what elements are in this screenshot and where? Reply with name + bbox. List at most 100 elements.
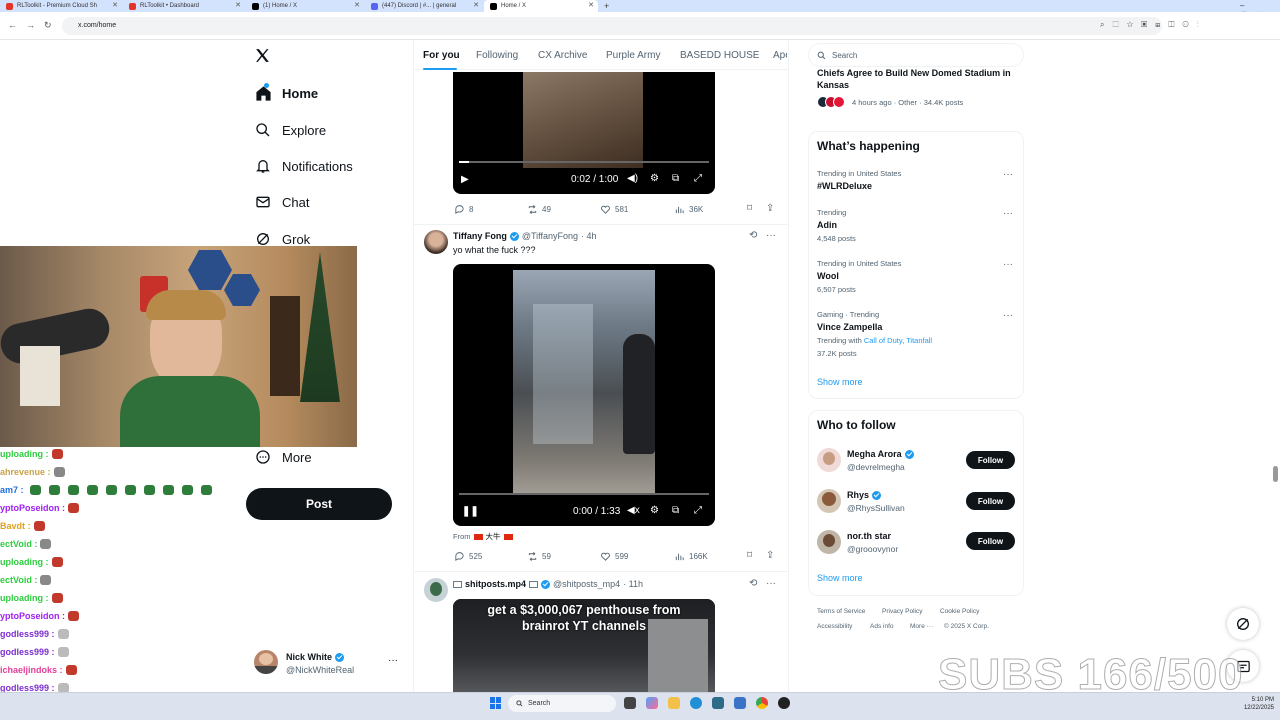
like-button[interactable]: 581 — [600, 204, 628, 215]
trend-more-icon[interactable]: ··· — [1003, 208, 1013, 219]
close-tab-icon[interactable]: ✕ — [235, 1, 241, 9]
views-button[interactable]: 36K — [674, 204, 703, 215]
tweet-author-name[interactable]: Tiffany Fong — [453, 231, 507, 241]
follow-button[interactable]: Follow — [966, 492, 1015, 510]
trend-more-icon[interactable]: ··· — [1003, 310, 1013, 321]
grok-float-button[interactable] — [1227, 608, 1259, 640]
reply-button[interactable]: 8 — [454, 204, 473, 215]
tab-cx-archive[interactable]: CX Archive — [538, 50, 587, 61]
grok-explain-icon[interactable]: ⟲ — [749, 230, 757, 241]
task-view-icon[interactable] — [624, 697, 636, 709]
browser-tab[interactable]: RLToolkit • Dashboard ✕ — [123, 0, 245, 12]
news-headline[interactable]: Chiefs Agree to Build New Domed Stadium … — [817, 67, 1017, 91]
taskbar-clock[interactable]: 5:10 PM 12/22/2025 — [1238, 696, 1274, 712]
browser-tab[interactable]: (1) Home / X ✕ — [246, 0, 364, 12]
show-more-follows-link[interactable]: Show more — [817, 573, 863, 583]
post-button[interactable]: Post — [246, 488, 392, 520]
trend-related-link[interactable]: Call of Duty — [864, 336, 902, 345]
video-progress-track[interactable] — [459, 493, 709, 495]
close-tab-icon[interactable]: ✕ — [354, 1, 360, 9]
page-scrollbar-thumb[interactable] — [1273, 466, 1278, 482]
back-icon[interactable]: ← — [8, 20, 17, 30]
tweet-video-player[interactable]: ▶ 0:02 / 1:00 ◀) ⚙ ⧉ ⤢ — [453, 72, 715, 194]
video-progress-track[interactable] — [459, 161, 709, 163]
copilot-icon[interactable] — [646, 697, 658, 709]
suggestion-avatar[interactable] — [817, 489, 841, 513]
trend-name[interactable]: Adin — [817, 220, 837, 230]
tab-following[interactable]: Following — [476, 50, 518, 61]
account-menu-icon[interactable]: ··· — [388, 655, 398, 666]
more-options-icon[interactable]: ··· — [766, 230, 776, 241]
picture-in-picture-icon[interactable]: ⧉ — [672, 173, 679, 184]
share-icon[interactable]: ⇪ — [766, 550, 774, 561]
obs-icon[interactable] — [778, 697, 790, 709]
play-icon[interactable]: ▶ — [461, 174, 469, 185]
volume-icon[interactable]: ◀) — [627, 173, 638, 184]
tab-for-you[interactable]: For you — [423, 50, 460, 61]
reload-icon[interactable]: ↻ — [44, 20, 52, 31]
tweet-time[interactable]: · 4h — [581, 231, 597, 241]
search-input[interactable]: Search — [808, 43, 1024, 67]
footer-link[interactable]: More ··· — [910, 623, 933, 630]
browser-tab-active[interactable]: Home / X ✕ — [484, 0, 598, 12]
video-source[interactable]: From 大牛 — [453, 531, 513, 542]
footer-link[interactable]: Terms of Service — [817, 608, 865, 615]
trend-name[interactable]: Wool — [817, 271, 839, 281]
fullscreen-icon[interactable]: ⤢ — [694, 505, 702, 516]
suggestion-name[interactable]: Rhys — [847, 490, 882, 500]
show-more-trends-link[interactable]: Show more — [817, 377, 863, 387]
fullscreen-icon[interactable]: ⤢ — [694, 173, 702, 184]
tweet-author-handle[interactable]: @shitposts_mp4 — [553, 579, 620, 589]
settings-gear-icon[interactable]: ⚙ — [650, 505, 659, 516]
footer-link[interactable]: Ads info — [870, 623, 894, 630]
tweet-video-player[interactable]: get a $3,000,067 penthouse from brainrot… — [453, 599, 715, 692]
browser-tab[interactable]: (447) Discord | #... | general ✕ — [365, 0, 483, 12]
app-icon[interactable] — [712, 697, 724, 709]
tweet-author-handle[interactable]: @TiffanyFong — [522, 231, 578, 241]
forward-icon[interactable]: → — [26, 20, 35, 30]
file-explorer-icon[interactable] — [668, 697, 680, 709]
settings-gear-icon[interactable]: ⚙ — [650, 173, 659, 184]
reply-button[interactable]: 525 — [454, 551, 482, 562]
suggestion-name[interactable]: nor.th star — [847, 531, 891, 541]
browser-extension-icons[interactable]: ⌕⬚☆▣⊞◫⚇⋮ — [1100, 20, 1207, 30]
trend-name[interactable]: Vince Zampella — [817, 322, 882, 332]
pause-icon[interactable]: ❚❚ — [462, 506, 479, 517]
close-tab-icon[interactable]: ✕ — [473, 1, 479, 9]
trend-more-icon[interactable]: ··· — [1003, 169, 1013, 180]
trend-related-link[interactable]: Titanfall — [906, 336, 932, 345]
nav-explore[interactable]: Explore — [254, 115, 326, 145]
tab-basedd-house[interactable]: BASEDD HOUSE — [680, 50, 759, 61]
footer-link[interactable]: Cookie Policy — [940, 608, 979, 615]
tab-purple-army[interactable]: Purple Army — [606, 50, 660, 61]
repost-button[interactable]: 49 — [527, 204, 551, 215]
tab-ape[interactable]: Ape — [773, 50, 787, 61]
follow-button[interactable]: Follow — [966, 532, 1015, 550]
footer-link[interactable]: Accessibility — [817, 623, 852, 630]
account-name[interactable]: Nick White — [286, 652, 345, 662]
bookmark-icon[interactable]: ⌑ — [747, 203, 752, 214]
url-bar[interactable]: x.com/home — [62, 17, 1162, 35]
suggestion-name[interactable]: Megha Arora — [847, 449, 914, 459]
views-button[interactable]: 166K — [674, 551, 708, 562]
nav-home[interactable]: Home — [254, 78, 318, 108]
tweet-author-avatar[interactable] — [424, 230, 448, 254]
tweet-video-player[interactable]: ❚❚ 0:00 / 1:33 ◀x ⚙ ⧉ ⤢ — [453, 264, 715, 526]
start-windows-icon[interactable] — [490, 697, 502, 709]
taskbar-search[interactable]: Search — [508, 695, 616, 712]
footer-link[interactable]: Privacy Policy — [882, 608, 922, 615]
more-options-icon[interactable]: ··· — [766, 578, 776, 589]
nav-notifications[interactable]: Notifications — [254, 151, 353, 181]
share-icon[interactable]: ⇪ — [766, 203, 774, 214]
like-button[interactable]: 599 — [600, 551, 628, 562]
app-icon[interactable] — [734, 697, 746, 709]
suggestion-avatar[interactable] — [817, 448, 841, 472]
close-tab-icon[interactable]: ✕ — [112, 1, 118, 9]
account-avatar[interactable] — [254, 650, 278, 674]
picture-in-picture-icon[interactable]: ⧉ — [672, 505, 679, 516]
trend-more-icon[interactable]: ··· — [1003, 259, 1013, 270]
edge-icon[interactable] — [690, 697, 702, 709]
grok-explain-icon[interactable]: ⟲ — [749, 578, 757, 589]
browser-tab[interactable]: RLToolkit - Premium Cloud Sh ✕ — [0, 0, 122, 12]
nav-chat[interactable]: Chat — [254, 187, 309, 217]
